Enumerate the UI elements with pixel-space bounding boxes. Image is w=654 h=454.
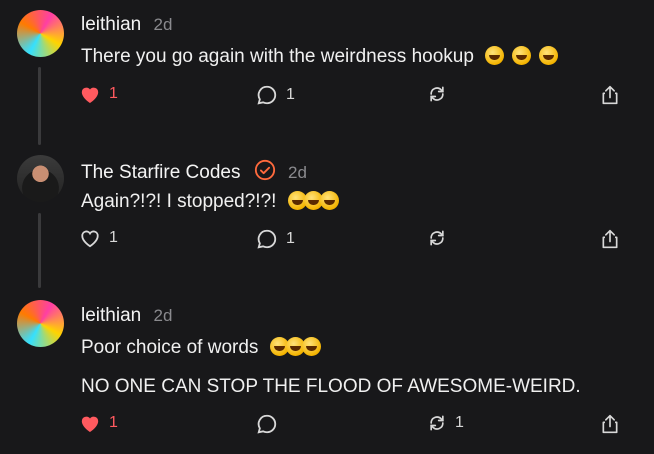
post-text: Poor choice of words (81, 337, 321, 359)
action-bar: 1 1 (0, 84, 654, 112)
post-text-line: Again?!?! I stopped?!?! (81, 191, 277, 212)
heart-outline-icon (81, 230, 99, 248)
heart-icon (81, 416, 99, 433)
rofl-emoji (539, 46, 559, 65)
reply-button[interactable] (256, 413, 286, 435)
rofl-emoji (485, 46, 505, 65)
reply-button[interactable]: 1 (256, 228, 295, 250)
heart-icon (81, 87, 99, 104)
repost-button[interactable] (427, 228, 447, 248)
action-bar: 1 1 (0, 228, 654, 256)
repost-icon (430, 415, 444, 431)
like-button[interactable]: 1 (79, 84, 118, 104)
share-icon (602, 85, 618, 105)
author-row: leithian 2d (81, 305, 172, 327)
like-count: 1 (109, 414, 118, 431)
author-name[interactable]: leithian (81, 14, 141, 35)
avatar[interactable] (17, 155, 64, 202)
action-bar: 1 1 (0, 413, 654, 441)
like-button[interactable]: 1 (79, 228, 118, 248)
rofl-emoji (319, 191, 339, 210)
timestamp[interactable]: 2d (154, 15, 173, 34)
avatar[interactable] (17, 10, 64, 57)
like-count: 1 (109, 229, 118, 246)
post-text-line: There you go again with the weirdness ho… (81, 46, 474, 67)
verified-icon (254, 159, 276, 181)
repost-count: 1 (455, 414, 464, 431)
like-count: 1 (109, 85, 118, 102)
repost-button[interactable] (427, 84, 447, 104)
avatar[interactable] (17, 300, 64, 347)
share-icon (602, 414, 618, 434)
reply-count: 1 (286, 230, 295, 247)
author-name[interactable]: The Starfire Codes (81, 162, 240, 183)
author-name[interactable]: leithian (81, 305, 141, 326)
repost-button[interactable]: 1 (427, 413, 464, 433)
post-text-line-2: NO ONE CAN STOP THE FLOOD OF AWESOME-WEI… (81, 376, 581, 397)
author-row: leithian 2d (81, 14, 172, 36)
comment-icon (257, 414, 277, 434)
reply-button[interactable]: 1 (256, 84, 295, 106)
reply-count: 1 (286, 86, 295, 103)
repost-icon (430, 230, 444, 246)
share-button[interactable] (600, 228, 620, 250)
comment-icon (257, 229, 277, 249)
timestamp[interactable]: 2d (154, 306, 173, 325)
author-row: The Starfire Codes 2d (81, 159, 307, 184)
rofl-emoji (301, 337, 321, 356)
post-text: Again?!?! I stopped?!?! (81, 191, 339, 213)
repost-icon (430, 86, 444, 102)
post-text-line: Poor choice of words (81, 337, 259, 358)
share-button[interactable] (600, 84, 620, 106)
comment-icon (257, 85, 277, 105)
share-icon (602, 229, 618, 249)
rofl-emoji (512, 46, 532, 65)
share-button[interactable] (600, 413, 620, 435)
timestamp[interactable]: 2d (288, 163, 307, 182)
like-button[interactable]: 1 (79, 413, 118, 433)
post-text: There you go again with the weirdness ho… (81, 46, 559, 68)
